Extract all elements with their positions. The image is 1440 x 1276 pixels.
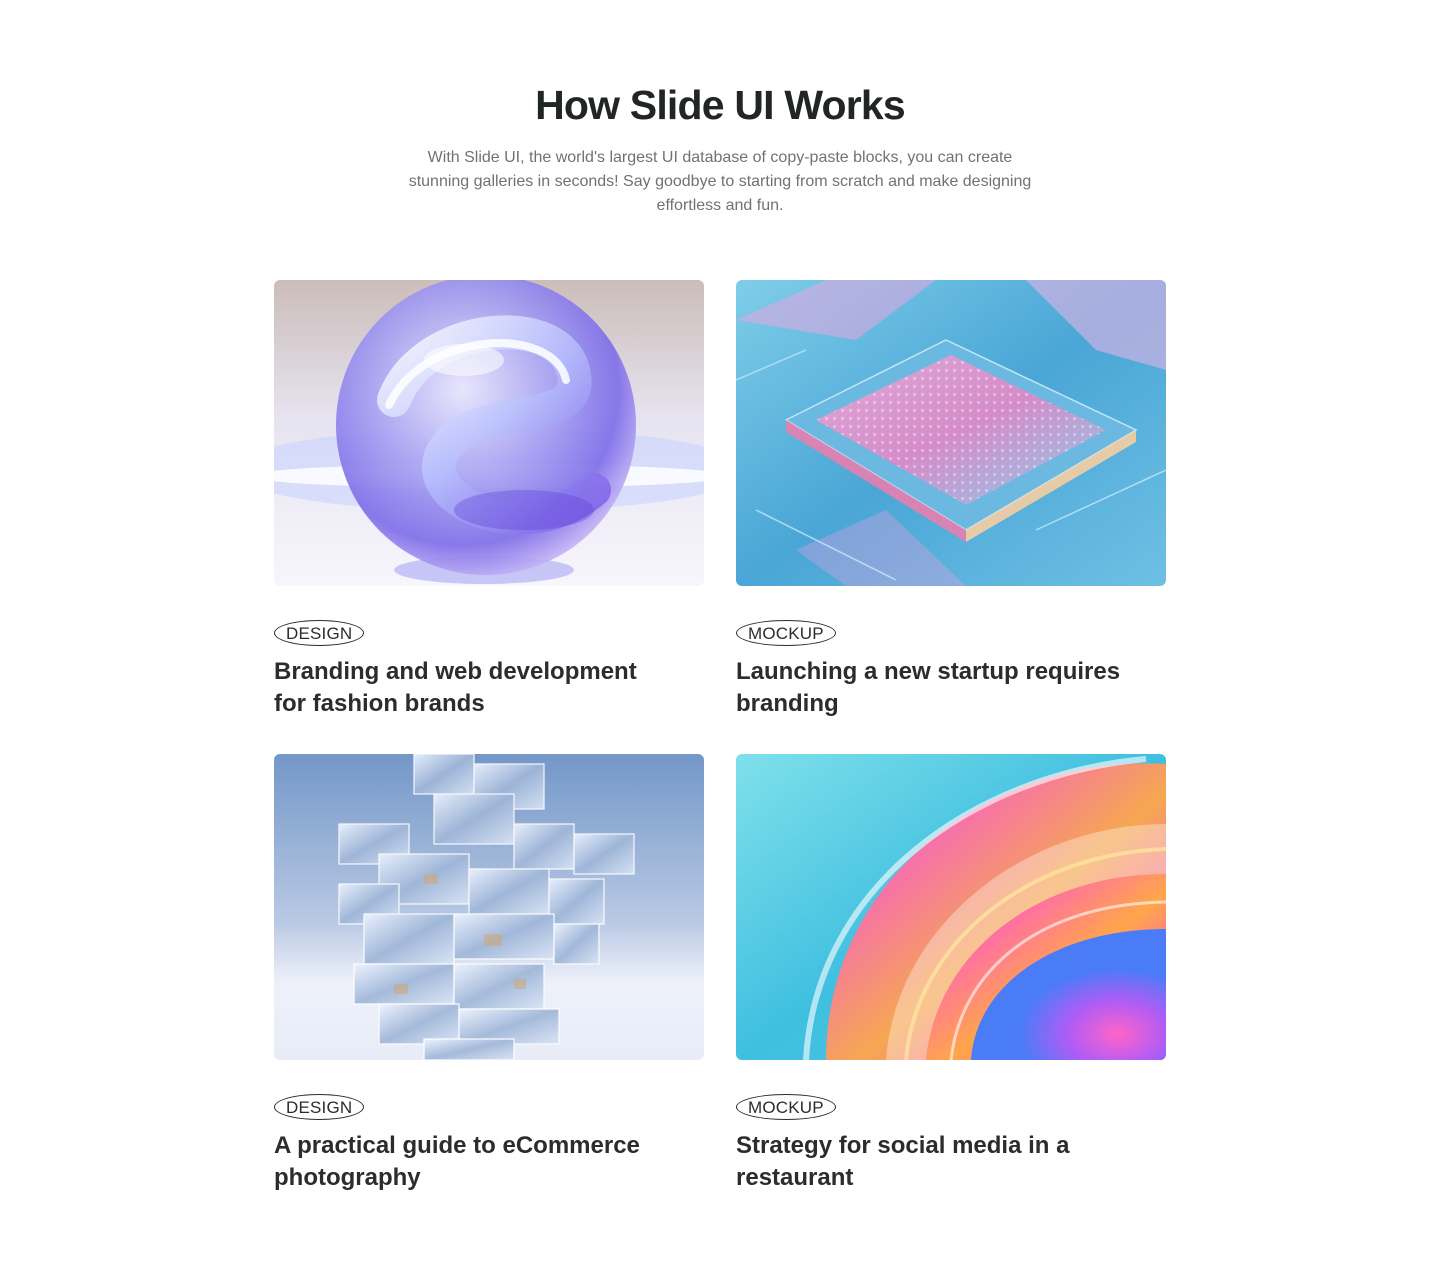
- card-title[interactable]: Branding and web development for fashion…: [274, 656, 674, 720]
- article-card[interactable]: MOCKUP Strategy for social media in a re…: [736, 754, 1166, 1198]
- microchip-image[interactable]: [736, 280, 1166, 586]
- category-tag[interactable]: MOCKUP: [736, 1094, 836, 1120]
- card-grid: DESIGN Branding and web development for …: [274, 280, 1166, 1198]
- iridescent-swirl-image[interactable]: [736, 754, 1166, 1060]
- article-card[interactable]: DESIGN A practical guide to eCommerce ph…: [274, 754, 704, 1198]
- category-tag[interactable]: DESIGN: [274, 620, 365, 646]
- how-it-works-section: How Slide UI Works With Slide UI, the wo…: [0, 0, 1440, 1276]
- category-tag[interactable]: DESIGN: [274, 1094, 365, 1120]
- category-tag[interactable]: MOCKUP: [736, 620, 836, 646]
- article-card[interactable]: DESIGN Branding and web development for …: [274, 280, 704, 724]
- card-title[interactable]: Strategy for social media in a restauran…: [736, 1130, 1136, 1194]
- glass-cubes-tower-image[interactable]: [274, 754, 704, 1060]
- section-header: How Slide UI Works With Slide UI, the wo…: [0, 78, 1440, 218]
- card-title[interactable]: A practical guide to eCommerce photograp…: [274, 1130, 674, 1194]
- article-card[interactable]: MOCKUP Launching a new startup requires …: [736, 280, 1166, 724]
- glass-sphere-image[interactable]: [274, 280, 704, 586]
- page-subtitle: With Slide UI, the world's largest UI da…: [408, 149, 1032, 214]
- page-title: How Slide UI Works: [535, 82, 906, 128]
- card-title[interactable]: Launching a new startup requires brandin…: [736, 656, 1136, 720]
